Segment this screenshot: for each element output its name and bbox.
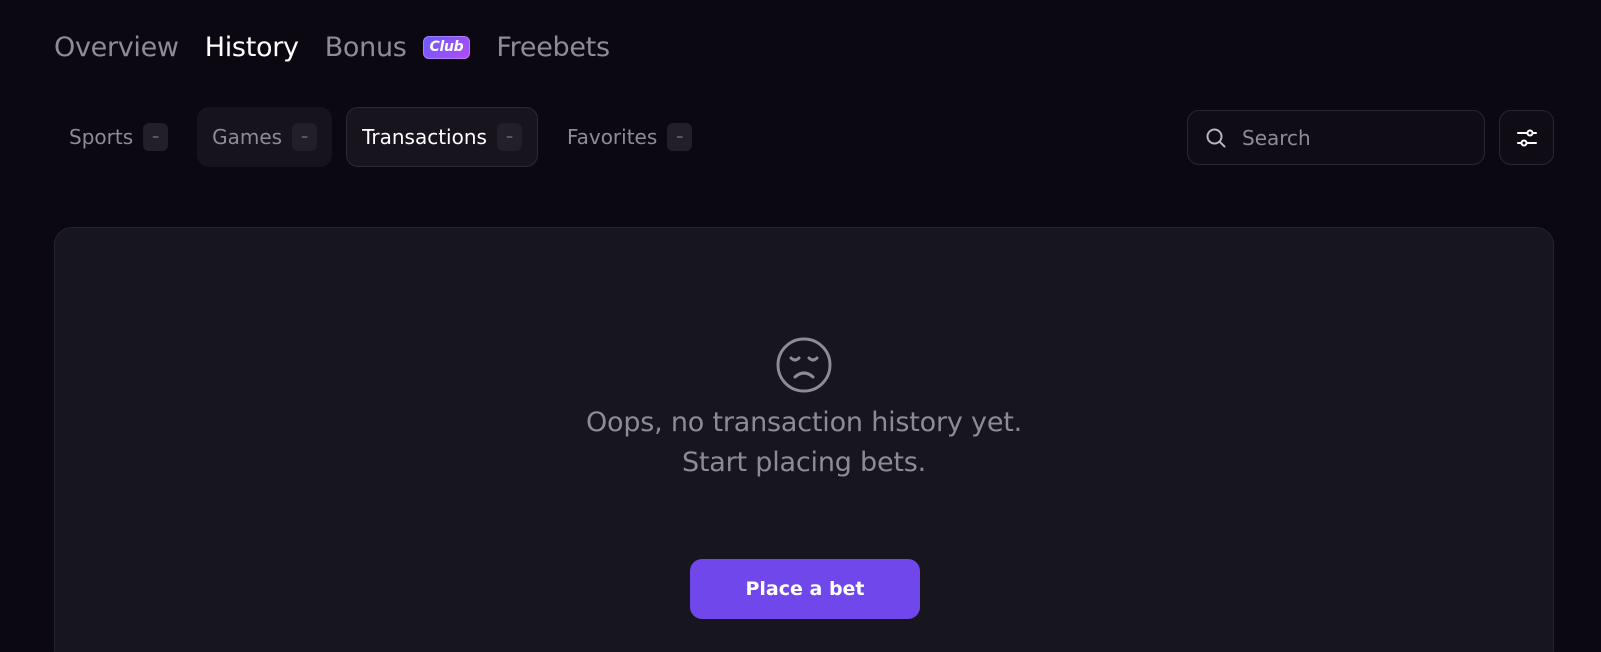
empty-message-line1: Oops, no transaction history yet. — [585, 407, 1023, 438]
filter-tab-label: Sports — [69, 125, 134, 149]
club-badge: Club — [422, 35, 471, 59]
count-chip: – — [667, 123, 693, 151]
empty-message-line2: Start placing bets. — [681, 447, 927, 478]
count-chip: – — [496, 123, 522, 151]
empty-state: Oops, no transaction history yet. Start … — [55, 335, 1553, 483]
count-chip: – — [292, 123, 318, 151]
sliders-icon — [1515, 126, 1539, 150]
top-navigation: Overview History Bonus Club Freebets — [54, 28, 636, 66]
tab-overview-label: Overview — [54, 31, 179, 63]
search-box — [1187, 110, 1485, 165]
tab-freebets[interactable]: Freebets — [496, 31, 610, 63]
tab-bonus-label: Bonus — [324, 31, 407, 63]
search-icon — [1204, 126, 1228, 150]
tab-bonus[interactable]: Bonus Club — [325, 32, 471, 63]
place-bet-button[interactable]: Place a bet — [690, 559, 920, 619]
filter-tab-transactions[interactable]: Transactions – — [346, 107, 538, 167]
transactions-panel: Oops, no transaction history yet. Start … — [54, 227, 1554, 652]
filter-tab-label: Games — [212, 125, 283, 149]
tab-history-label: History — [204, 31, 299, 63]
filter-settings-button[interactable] — [1499, 110, 1554, 165]
filter-tab-favorites[interactable]: Favorites – — [552, 107, 707, 167]
tab-overview[interactable]: Overview — [54, 32, 179, 63]
filter-tab-label: Transactions — [362, 125, 487, 149]
filter-tab-games[interactable]: Games – — [197, 107, 333, 167]
filter-tab-sports[interactable]: Sports – — [54, 107, 183, 167]
tab-history[interactable]: History — [205, 32, 299, 63]
tab-freebets-label: Freebets — [496, 31, 610, 63]
history-filter-tabs: Sports – Games – Transactions – Favorite… — [54, 107, 721, 167]
count-chip: – — [143, 123, 169, 151]
sad-face-icon — [774, 335, 834, 395]
filter-tab-label: Favorites — [566, 125, 658, 149]
search-input[interactable] — [1242, 125, 1472, 150]
